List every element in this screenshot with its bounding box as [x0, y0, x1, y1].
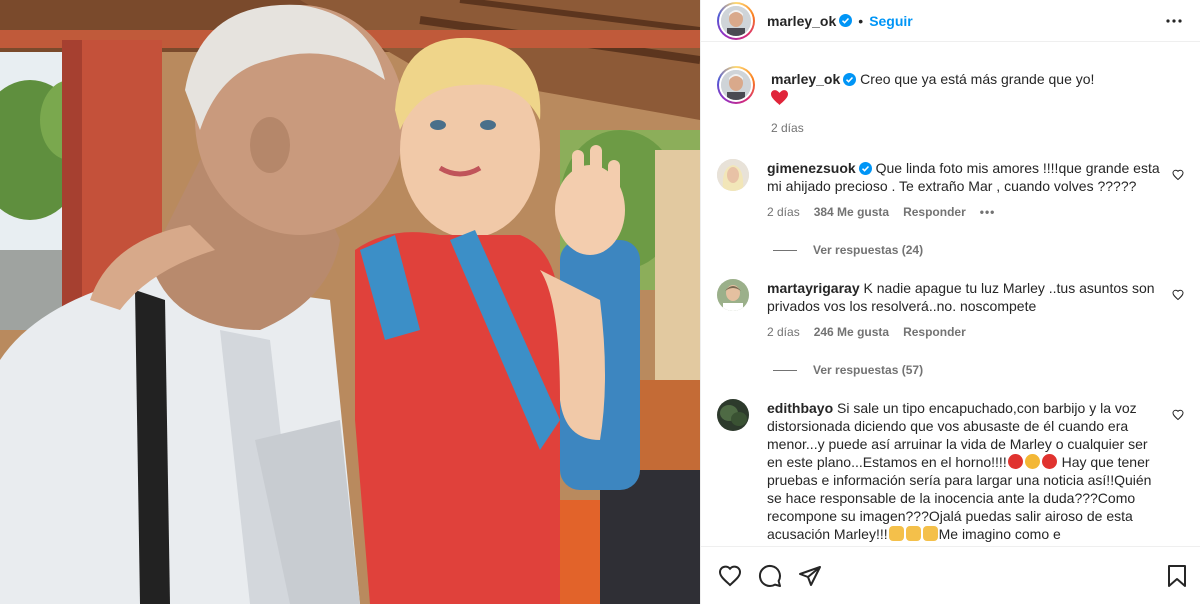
- follow-button[interactable]: Seguir: [869, 13, 913, 29]
- commenter-avatar[interactable]: [717, 279, 749, 311]
- commenter-avatar[interactable]: [717, 159, 749, 191]
- commenter-username[interactable]: edithbayo: [767, 400, 833, 416]
- view-replies-button[interactable]: Ver respuestas (57): [773, 363, 1184, 377]
- post-side-panel: marley_ok • Seguir marley_ok Creo que ya…: [700, 0, 1200, 604]
- like-button[interactable]: [717, 563, 743, 589]
- commenter-avatar[interactable]: [717, 399, 749, 431]
- comment-item: gimenezsuok Que linda foto mis amores !!…: [717, 159, 1184, 221]
- caption-avatar-image: [721, 70, 751, 100]
- comments-list[interactable]: marley_ok Creo que ya está más grande qu…: [701, 54, 1200, 546]
- view-replies-label[interactable]: Ver respuestas (57): [813, 363, 923, 377]
- verified-badge-icon: [843, 73, 857, 86]
- folded-hands-emoji-icon: [922, 526, 938, 541]
- caption-text: Creo que ya está más grande que yo!: [860, 71, 1095, 87]
- commenter-username[interactable]: gimenezsuok: [767, 160, 856, 176]
- comment-bubble-icon: [758, 564, 781, 587]
- folded-hands-emoji-icon: [888, 526, 904, 541]
- heart-outline-icon: [718, 565, 742, 586]
- commenter-avatar-image: [717, 159, 749, 191]
- verified-badge-icon: [858, 162, 872, 175]
- angry-face-emoji-icon: [1041, 454, 1057, 469]
- save-button[interactable]: [1164, 563, 1190, 589]
- paper-plane-icon: [799, 565, 821, 586]
- commenter-username[interactable]: martayrigaray: [767, 280, 860, 296]
- reply-button[interactable]: Responder: [903, 323, 966, 341]
- commenter-avatar-image: [717, 279, 749, 311]
- author-avatar-image: [721, 5, 751, 36]
- header-separator: •: [858, 12, 864, 29]
- caption-time[interactable]: 2 días: [771, 119, 804, 137]
- comment-time[interactable]: 2 días: [767, 203, 800, 221]
- author-username[interactable]: marley_ok: [767, 13, 836, 29]
- comment-likes[interactable]: 384 Me gusta: [814, 203, 889, 221]
- caption-row: marley_ok Creo que ya está más grande qu…: [717, 66, 1184, 137]
- replies-line: [773, 369, 797, 371]
- comment-item: edithbayo Si sale un tipo encapuchado,co…: [717, 399, 1184, 543]
- comment-options-icon[interactable]: •••: [980, 203, 996, 221]
- post-photo[interactable]: [0, 0, 700, 604]
- photo-illustration: [0, 0, 700, 604]
- more-options-icon[interactable]: [1162, 9, 1186, 33]
- comment-likes[interactable]: 246 Me gusta: [814, 323, 889, 341]
- view-replies-button[interactable]: Ver respuestas (24): [773, 243, 1184, 257]
- folded-hands-emoji-icon: [905, 526, 921, 541]
- comment-button[interactable]: [757, 563, 783, 589]
- comment-time[interactable]: 2 días: [767, 323, 800, 341]
- share-button[interactable]: [797, 563, 823, 589]
- caption-username[interactable]: marley_ok: [771, 71, 840, 87]
- commenter-avatar-image: [717, 399, 749, 431]
- verified-badge-icon: [839, 14, 853, 27]
- comment-like-heart-icon[interactable]: [1172, 409, 1184, 421]
- post-actions-bar: [701, 546, 1200, 604]
- comment-item: martayrigaray K nadie apague tu luz Marl…: [717, 279, 1184, 341]
- caption-avatar[interactable]: [717, 66, 755, 104]
- crying-face-emoji-icon: [1024, 454, 1040, 469]
- bookmark-icon: [1168, 564, 1186, 587]
- caption-heart-emoji: [771, 90, 1164, 109]
- view-replies-label[interactable]: Ver respuestas (24): [813, 243, 923, 257]
- angry-face-emoji-icon: [1007, 454, 1023, 469]
- comment-like-heart-icon[interactable]: [1172, 289, 1184, 301]
- comment-text-end: Me imagino como e: [938, 526, 1061, 542]
- instagram-post: marley_ok • Seguir marley_ok Creo que ya…: [0, 0, 1200, 604]
- post-header: marley_ok • Seguir: [701, 0, 1200, 42]
- red-heart-emoji-icon: [771, 90, 788, 105]
- replies-line: [773, 249, 797, 251]
- author-avatar[interactable]: [717, 1, 755, 40]
- reply-button[interactable]: Responder: [903, 203, 966, 221]
- comment-like-heart-icon[interactable]: [1172, 169, 1184, 181]
